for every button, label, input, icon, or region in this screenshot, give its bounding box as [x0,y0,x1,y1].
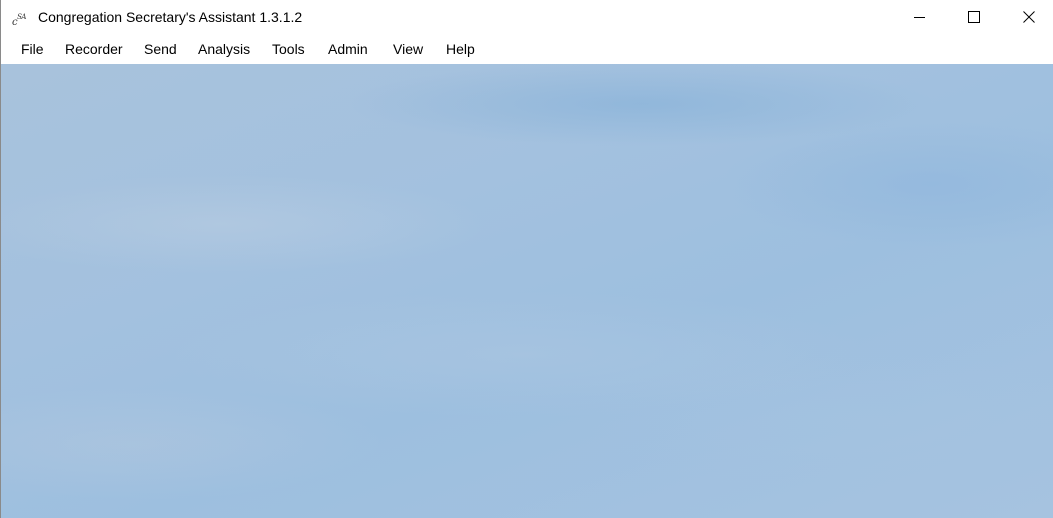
minimize-icon [914,16,925,18]
app-logo-icon[interactable]: cSA [12,10,32,28]
menu-admin[interactable]: Admin [328,40,368,58]
menu-recorder[interactable]: Recorder [65,40,123,58]
maximize-button[interactable] [951,0,997,33]
menu-bar: File Recorder Send Analysis Tools Admin … [1,33,1053,64]
close-button[interactable] [1006,0,1052,33]
menu-help[interactable]: Help [446,40,475,58]
maximize-icon [968,10,980,23]
menu-view[interactable]: View [393,40,423,58]
menu-send[interactable]: Send [144,40,177,58]
title-bar[interactable]: cSA Congregation Secretary's Assistant 1… [1,0,1053,33]
minimize-button[interactable] [897,0,943,33]
app-window: cSA Congregation Secretary's Assistant 1… [0,0,1053,518]
menu-file[interactable]: File [21,40,44,58]
main-background-area [1,64,1053,518]
close-icon [1023,10,1035,23]
menu-tools[interactable]: Tools [272,40,305,58]
window-title: Congregation Secretary's Assistant 1.3.1… [38,9,303,25]
menu-analysis[interactable]: Analysis [198,40,250,58]
